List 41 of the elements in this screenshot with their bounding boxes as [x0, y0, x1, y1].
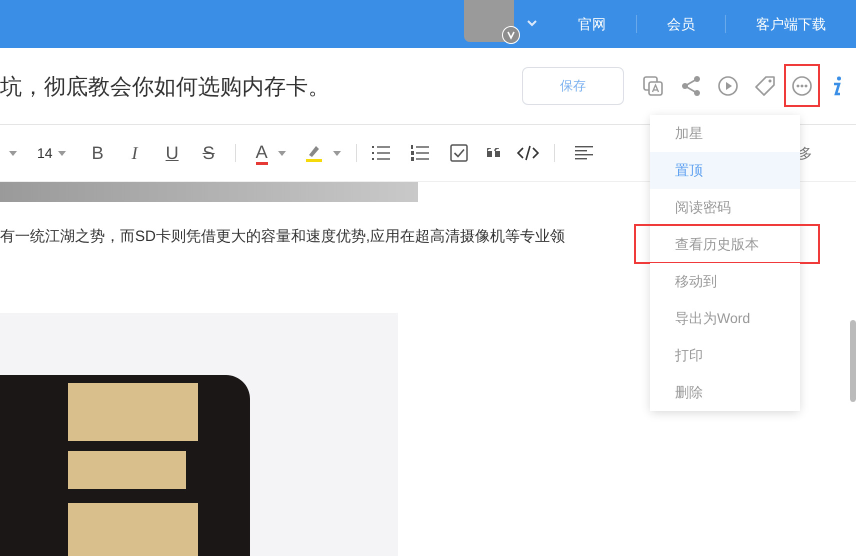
tag-icon[interactable] [754, 75, 776, 97]
menu-item[interactable]: 加星 [650, 115, 800, 152]
vip-badge-icon [502, 26, 520, 44]
font-size-dropdown[interactable]: 14 [37, 142, 53, 164]
strikethrough-button[interactable]: S [202, 140, 215, 166]
bullet-list-icon[interactable] [372, 145, 390, 161]
play-icon[interactable] [717, 75, 739, 97]
menu-item[interactable]: 导出为Word [650, 300, 800, 337]
menu-item[interactable]: 查看历史版本 [650, 226, 800, 263]
avatar[interactable] [464, 0, 514, 42]
quote-icon[interactable] [486, 148, 501, 158]
scrollbar[interactable] [850, 320, 856, 402]
font-color-button[interactable]: A [256, 142, 268, 164]
more-icon[interactable] [791, 75, 813, 97]
note-title: 坑，彻底教会你如何选购内存卡。 [0, 72, 330, 100]
more-tools-button[interactable]: 多 [798, 142, 813, 164]
menu-item[interactable]: 删除 [650, 374, 800, 411]
caret-icon[interactable] [9, 150, 17, 156]
chevron-down-icon[interactable] [526, 20, 538, 28]
menu-item[interactable]: 打印 [650, 337, 800, 374]
caret-icon[interactable] [332, 150, 341, 156]
numbered-list-icon[interactable] [410, 145, 429, 161]
caret-icon [58, 150, 66, 156]
nav-link[interactable]: 官网 [548, 14, 636, 34]
copy-text-icon[interactable] [642, 75, 664, 97]
nav-link[interactable]: 会员 [637, 14, 725, 34]
bold-button[interactable]: B [92, 140, 104, 166]
menu-item[interactable]: 阅读密码 [650, 189, 800, 226]
menu-item[interactable]: 移动到 [650, 263, 800, 300]
align-left-icon[interactable] [574, 145, 593, 161]
share-icon[interactable] [680, 75, 702, 97]
italic-button[interactable]: I [132, 140, 138, 166]
highlighter-icon[interactable] [304, 143, 323, 163]
caret-icon[interactable] [278, 150, 286, 156]
menu-item[interactable]: 置顶 [650, 152, 800, 189]
paragraph: 有一统江湖之势，而SD卡则凭借更大的容量和速度优势,应用在超高清摄像机等专业领 [0, 227, 566, 247]
checkbox-icon[interactable] [450, 144, 468, 162]
code-icon[interactable] [516, 145, 539, 161]
nav-link[interactable]: 客户端下载 [726, 14, 856, 34]
save-button[interactable]: 保存 [522, 67, 624, 105]
underline-button[interactable]: U [166, 140, 179, 166]
